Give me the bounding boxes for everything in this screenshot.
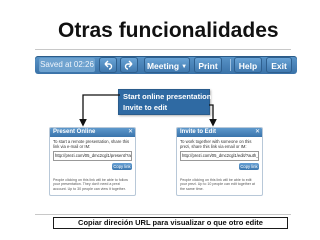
arrow-to-present-online xyxy=(79,94,120,127)
present-url-field[interactable]: http://prezi.com/05_dmc2cgl1/present/?au… xyxy=(53,151,132,161)
present-online-panel: Present Online ✕ To start a remote prese… xyxy=(49,127,136,196)
panel-description: To start a remote presentation, share th… xyxy=(53,139,130,149)
panel-note: People clicking on this link will be abl… xyxy=(180,178,255,191)
panel-note: People clicking on this link will be abl… xyxy=(53,178,128,191)
arrow-to-invite-edit xyxy=(209,104,217,127)
edit-url-field[interactable]: http://prezi.com/05_dmc2cgl1/edit/?auth_… xyxy=(180,151,259,161)
callout-arrows xyxy=(79,94,217,127)
bottom-divider xyxy=(35,214,291,215)
panel-title: Invite to Edit xyxy=(177,128,262,137)
copy-link-button[interactable]: Copy link xyxy=(112,163,132,170)
slide-caption: Copiar direción URL para visualizar o qu… xyxy=(53,217,288,229)
close-icon[interactable]: ✕ xyxy=(255,128,260,137)
panel-title: Present Online xyxy=(50,128,135,137)
invite-to-edit-panel: Invite to Edit ✕ To work together with s… xyxy=(176,127,263,196)
close-icon[interactable]: ✕ xyxy=(128,128,133,137)
copy-link-button[interactable]: Copy link xyxy=(239,163,259,170)
panel-description: To work together with someone on this pr… xyxy=(180,139,252,149)
